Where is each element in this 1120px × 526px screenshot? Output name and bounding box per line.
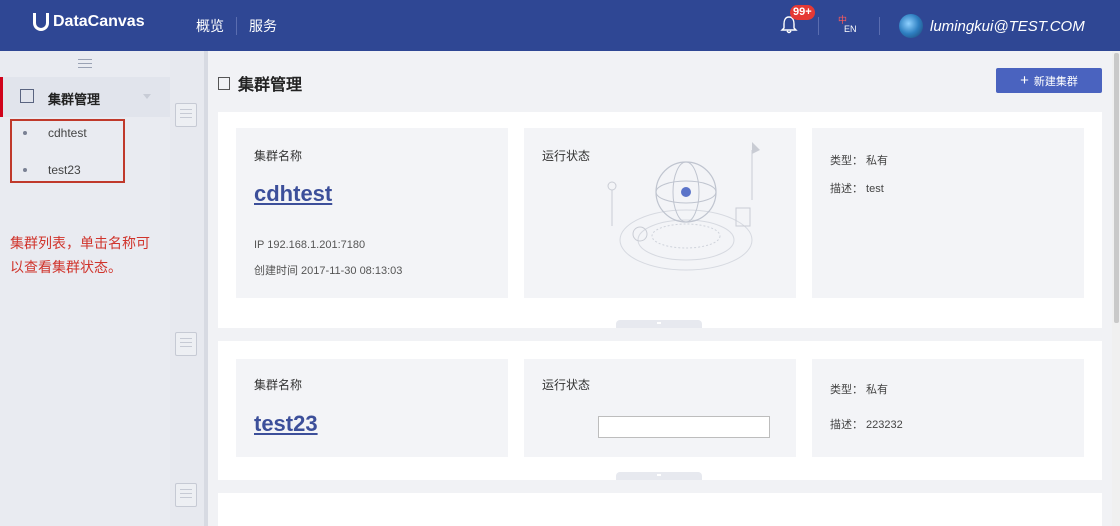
page-title: 集群管理 (218, 71, 302, 95)
nav-overview[interactable]: 概览 (196, 16, 236, 36)
collapse-handle[interactable] (616, 320, 702, 328)
main-content: 集群管理 + 新建集群 集群名称 cdhtest IP 192.168.1.20… (208, 51, 1112, 526)
cluster-name-panel: 集群名称 test23 (236, 359, 508, 457)
status-label: 运行状态 (542, 149, 591, 163)
highlight-box (10, 119, 125, 183)
plus-icon: + (1020, 72, 1029, 89)
top-navbar: DataCanvas 概览 服务 99+ 中 EN lumingkui@TEST… (0, 0, 1120, 51)
cluster-status-panel: 运行状态 (524, 359, 796, 457)
scrollbar-thumb[interactable] (1114, 53, 1119, 323)
sidebar-item-cluster-management[interactable]: 集群管理 (0, 77, 170, 117)
username[interactable]: lumingkui@TEST.COM (930, 18, 1085, 35)
lang-en: EN (844, 24, 857, 34)
cluster-description: 描述： 223232 (830, 419, 903, 431)
cluster-info-panel: 类型： 私有 描述： 223232 (812, 359, 1084, 457)
status-placeholder (598, 416, 770, 438)
notification-badge: 99+ (790, 5, 815, 20)
logo-icon (33, 13, 49, 31)
page-title-text: 集群管理 (238, 77, 303, 94)
collapsed-panel-strip (170, 51, 204, 526)
document-icon[interactable] (175, 332, 197, 356)
cluster-name-label: 集群名称 (254, 149, 303, 163)
collapse-handle[interactable] (616, 472, 702, 480)
annotation-text: 集群列表，单击名称可以查看集群状态。 (10, 235, 150, 275)
active-indicator (0, 77, 3, 117)
language-switch-icon[interactable]: 中 EN (838, 16, 857, 36)
vertical-scrollbar[interactable] (1112, 51, 1120, 526)
user-avatar[interactable] (899, 14, 923, 38)
cluster-name-label: 集群名称 (254, 378, 303, 392)
cluster-ip: IP 192.168.1.201:7180 (254, 239, 366, 251)
nav-services[interactable]: 服务 (237, 16, 289, 36)
top-nav: 概览 服务 (196, 0, 289, 51)
sidebar: 集群管理 cdhtest test23 集群列表，单击名称可以查看集群状态。 (0, 51, 170, 526)
brand-name: DataCanvas (53, 13, 145, 30)
brand-logo[interactable]: DataCanvas (33, 13, 145, 31)
cluster-info-panel: 类型： 私有 描述： test (812, 128, 1084, 298)
document-icon[interactable] (175, 483, 197, 507)
sidebar-item-label: 集群管理 (48, 92, 101, 107)
menu-toggle-icon[interactable] (78, 59, 92, 71)
cluster-created-time: 创建时间 2017-11-30 08:13:03 (254, 265, 403, 277)
cluster-icon (20, 89, 34, 103)
globe-illustration-icon (607, 142, 760, 271)
document-icon[interactable] (175, 103, 197, 127)
cluster-type: 类型： 私有 (830, 384, 889, 396)
cluster-name-link[interactable]: test23 (254, 411, 318, 437)
chevron-down-icon (143, 94, 151, 99)
topbar-divider (879, 17, 880, 35)
cluster-name-panel: 集群名称 cdhtest IP 192.168.1.201:7180 创建时间 … (236, 128, 508, 298)
cluster-card: 集群名称 test23 运行状态 类型： 私有 描述： 223232 (218, 341, 1102, 480)
cluster-icon (218, 76, 230, 90)
new-cluster-label: 新建集群 (1033, 75, 1078, 88)
cluster-card (218, 493, 1102, 526)
topbar-divider (818, 17, 819, 35)
cluster-name-link[interactable]: cdhtest (254, 181, 332, 207)
cluster-status-panel: 运行状态 (524, 128, 796, 298)
new-cluster-button[interactable]: + 新建集群 (996, 68, 1102, 93)
cluster-type: 类型： 私有 (830, 155, 889, 167)
cluster-description: 描述： test (830, 183, 884, 195)
status-label: 运行状态 (542, 378, 591, 392)
cluster-card: 集群名称 cdhtest IP 192.168.1.201:7180 创建时间 … (218, 112, 1102, 328)
